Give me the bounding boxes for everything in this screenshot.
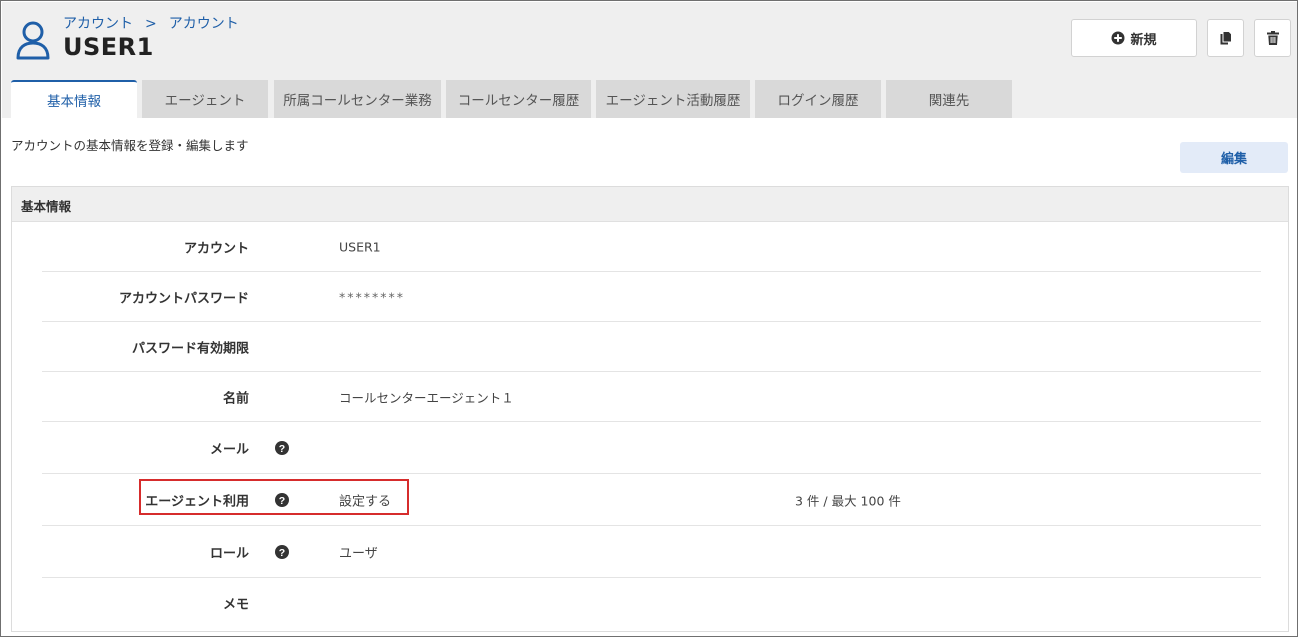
annotation-highlight-box	[139, 479, 409, 515]
field-value: ********	[339, 289, 405, 304]
user-icon	[16, 21, 50, 60]
new-button[interactable]: 新規	[1071, 19, 1197, 57]
breadcrumb-link-parent[interactable]: アカウント	[63, 13, 133, 33]
field-row-role: ロール ? ユーザ	[42, 526, 1261, 578]
field-label: アカウントパスワード	[118, 291, 249, 306]
help-icon[interactable]: ?	[275, 440, 289, 455]
breadcrumb: アカウント > アカウント	[63, 13, 239, 33]
field-label: メモ	[222, 597, 249, 613]
svg-text:?: ?	[279, 546, 285, 558]
field-label: ロール	[209, 546, 249, 561]
tab-call-center-history[interactable]: コールセンター履歴	[446, 80, 591, 118]
agent-count: 3 件 / 最大 100 件	[795, 493, 901, 508]
panel-title: 基本情報	[12, 187, 1288, 222]
field-label: メール	[209, 442, 249, 457]
field-row-memo: メモ	[42, 578, 1261, 628]
tab-related[interactable]: 関連先	[886, 80, 1012, 118]
tab-basic-info[interactable]: 基本情報	[11, 80, 137, 118]
field-row-password: アカウントパスワード ********	[42, 272, 1261, 322]
breadcrumb-separator: >	[145, 16, 157, 32]
app-window: アカウント > アカウント USER1 新規 基本情報 エージェント 所属コール…	[0, 0, 1298, 637]
field-row-password-expiry: パスワード有効期限	[42, 322, 1261, 372]
tab-agent[interactable]: エージェント	[142, 80, 268, 118]
field-value: ユーザ	[339, 546, 378, 561]
edit-button[interactable]: 編集	[1180, 142, 1288, 173]
copy-button[interactable]	[1207, 19, 1244, 57]
help-icon[interactable]: ?	[275, 544, 289, 559]
svg-text:?: ?	[279, 442, 285, 454]
tab-call-center-business[interactable]: 所属コールセンター業務	[274, 80, 441, 118]
page-title: USER1	[63, 33, 154, 61]
field-label: パスワード有効期限	[131, 341, 249, 356]
tab-agent-activity-history[interactable]: エージェント活動履歴	[596, 80, 750, 118]
field-row-account: アカウント USER1	[42, 223, 1261, 272]
page-description: アカウントの基本情報を登録・編集します	[11, 138, 249, 153]
field-label: アカウント	[183, 241, 249, 257]
tab-login-history[interactable]: ログイン履歴	[755, 80, 881, 118]
field-row-name: 名前 コールセンターエージェント１	[42, 372, 1261, 422]
new-button-label: 新規	[1130, 32, 1157, 48]
plus-circle-icon	[1111, 31, 1125, 45]
breadcrumb-link-current[interactable]: アカウント	[169, 13, 239, 33]
field-label: 名前	[222, 391, 249, 406]
field-value: コールセンターエージェント１	[339, 390, 514, 405]
copy-icon	[1220, 31, 1232, 45]
basic-info-panel: 基本情報 アカウント USER1 アカウントパスワード ******** パスワ…	[11, 186, 1289, 632]
field-row-email: メール ?	[42, 422, 1261, 474]
delete-button[interactable]	[1254, 19, 1291, 57]
field-value: USER1	[339, 239, 381, 255]
trash-icon	[1266, 31, 1279, 45]
